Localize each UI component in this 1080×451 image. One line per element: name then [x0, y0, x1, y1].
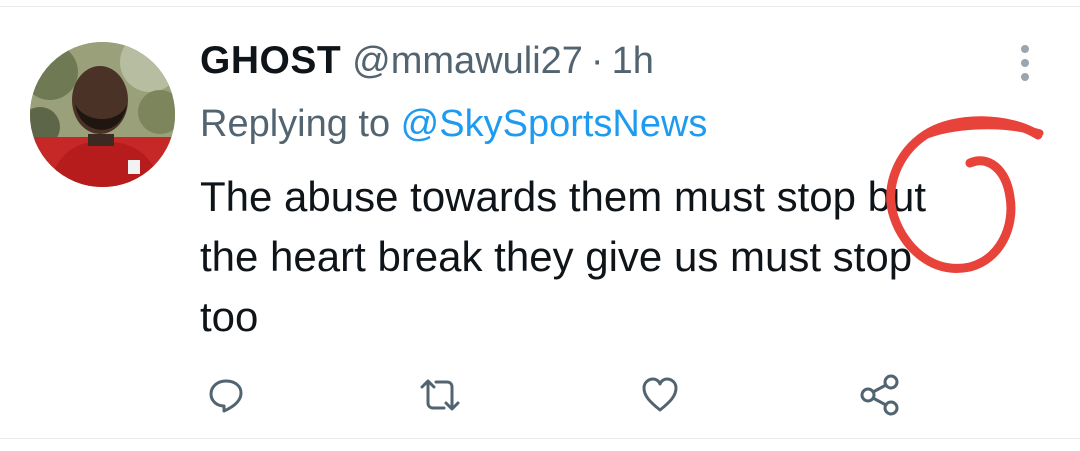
reply-icon [209, 379, 243, 413]
tweet-text-line: too [200, 293, 259, 340]
timestamp[interactable]: 1h [612, 40, 654, 83]
separator-dot: · [590, 40, 604, 82]
replying-mention-link[interactable]: @SkySportsNews [401, 103, 708, 145]
share-icon [860, 374, 899, 416]
bottom-divider [0, 438, 1080, 439]
user-handle[interactable]: @mmawuli27 [352, 40, 583, 83]
more-options-button[interactable] [1012, 43, 1038, 83]
tweet[interactable]: GHOST @mmawuli27 · 1h Replying to @SkySp… [0, 7, 1080, 438]
replying-to: Replying to @SkySportsNews [200, 103, 707, 146]
reply-button[interactable] [200, 369, 252, 421]
more-vertical-icon [1021, 45, 1029, 81]
tweet-text-line: the heart break they give us must stop [200, 233, 913, 280]
retweet-button[interactable] [414, 369, 466, 421]
tweet-text: The abuse towards them must stop but the… [200, 167, 1030, 347]
retweet-icon [420, 379, 460, 411]
share-button[interactable] [854, 369, 906, 421]
avatar-photo [30, 42, 175, 187]
like-button[interactable] [634, 369, 686, 421]
replying-prefix: Replying to [200, 103, 401, 145]
heart-icon [642, 377, 678, 412]
tweet-header: GHOST @mmawuli27 · 1h [200, 39, 654, 95]
tweet-actions [0, 369, 1080, 421]
tweet-text-line: The abuse towards them must stop but [200, 173, 927, 220]
display-name[interactable]: GHOST [200, 39, 341, 83]
avatar[interactable] [30, 42, 175, 187]
